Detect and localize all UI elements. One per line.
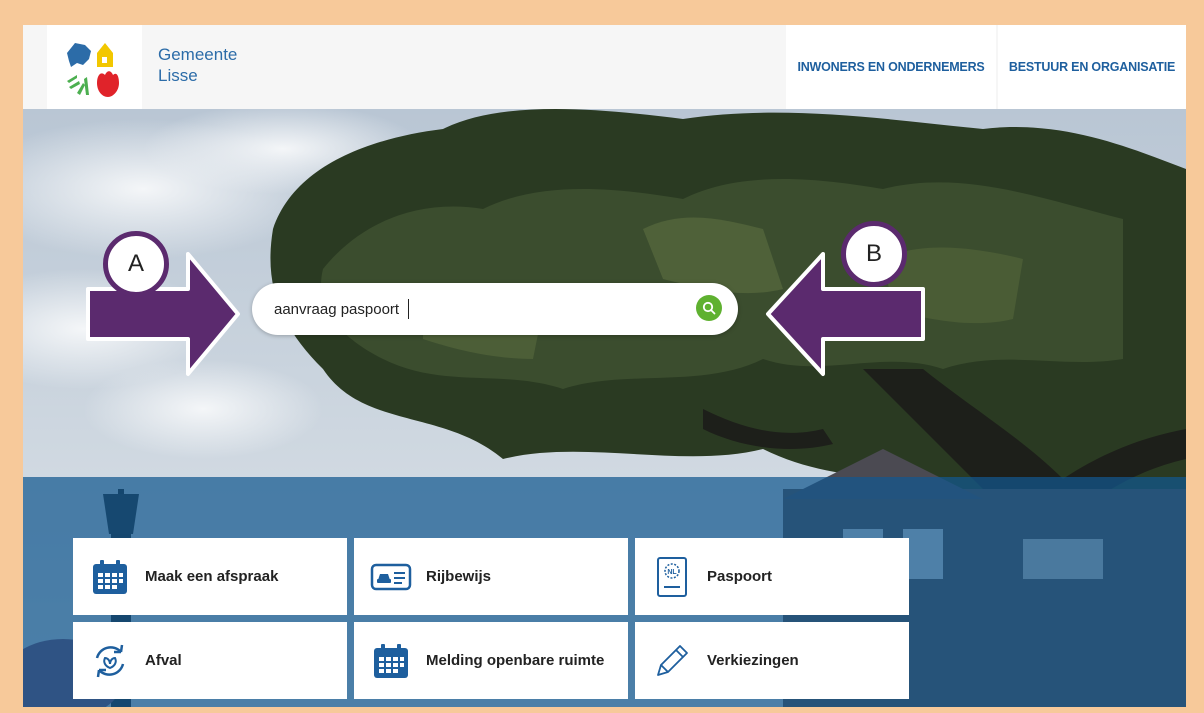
municipality-logo[interactable] — [47, 25, 142, 109]
callout-b: B — [841, 221, 907, 287]
logo-icon — [67, 43, 119, 97]
site-name-line1: Gemeente — [158, 45, 238, 64]
site-name-line2: Lisse — [158, 66, 198, 85]
nav-inwoners-en-ondernemers[interactable]: INWONERS EN ONDERNEMERS — [786, 25, 996, 109]
browser-viewport: Gemeente Lisse INWONERS EN ONDERNEMERS B… — [23, 25, 1186, 707]
site-name[interactable]: Gemeente Lisse — [158, 44, 278, 86]
callout-a: A — [103, 231, 169, 297]
hero-image — [23, 109, 1186, 707]
nav-bestuur-en-organisatie[interactable]: BESTUUR EN ORGANISATIE — [998, 25, 1186, 109]
site-header: Gemeente Lisse INWONERS EN ONDERNEMERS B… — [23, 25, 1186, 109]
annotation-arrows — [86, 252, 925, 376]
